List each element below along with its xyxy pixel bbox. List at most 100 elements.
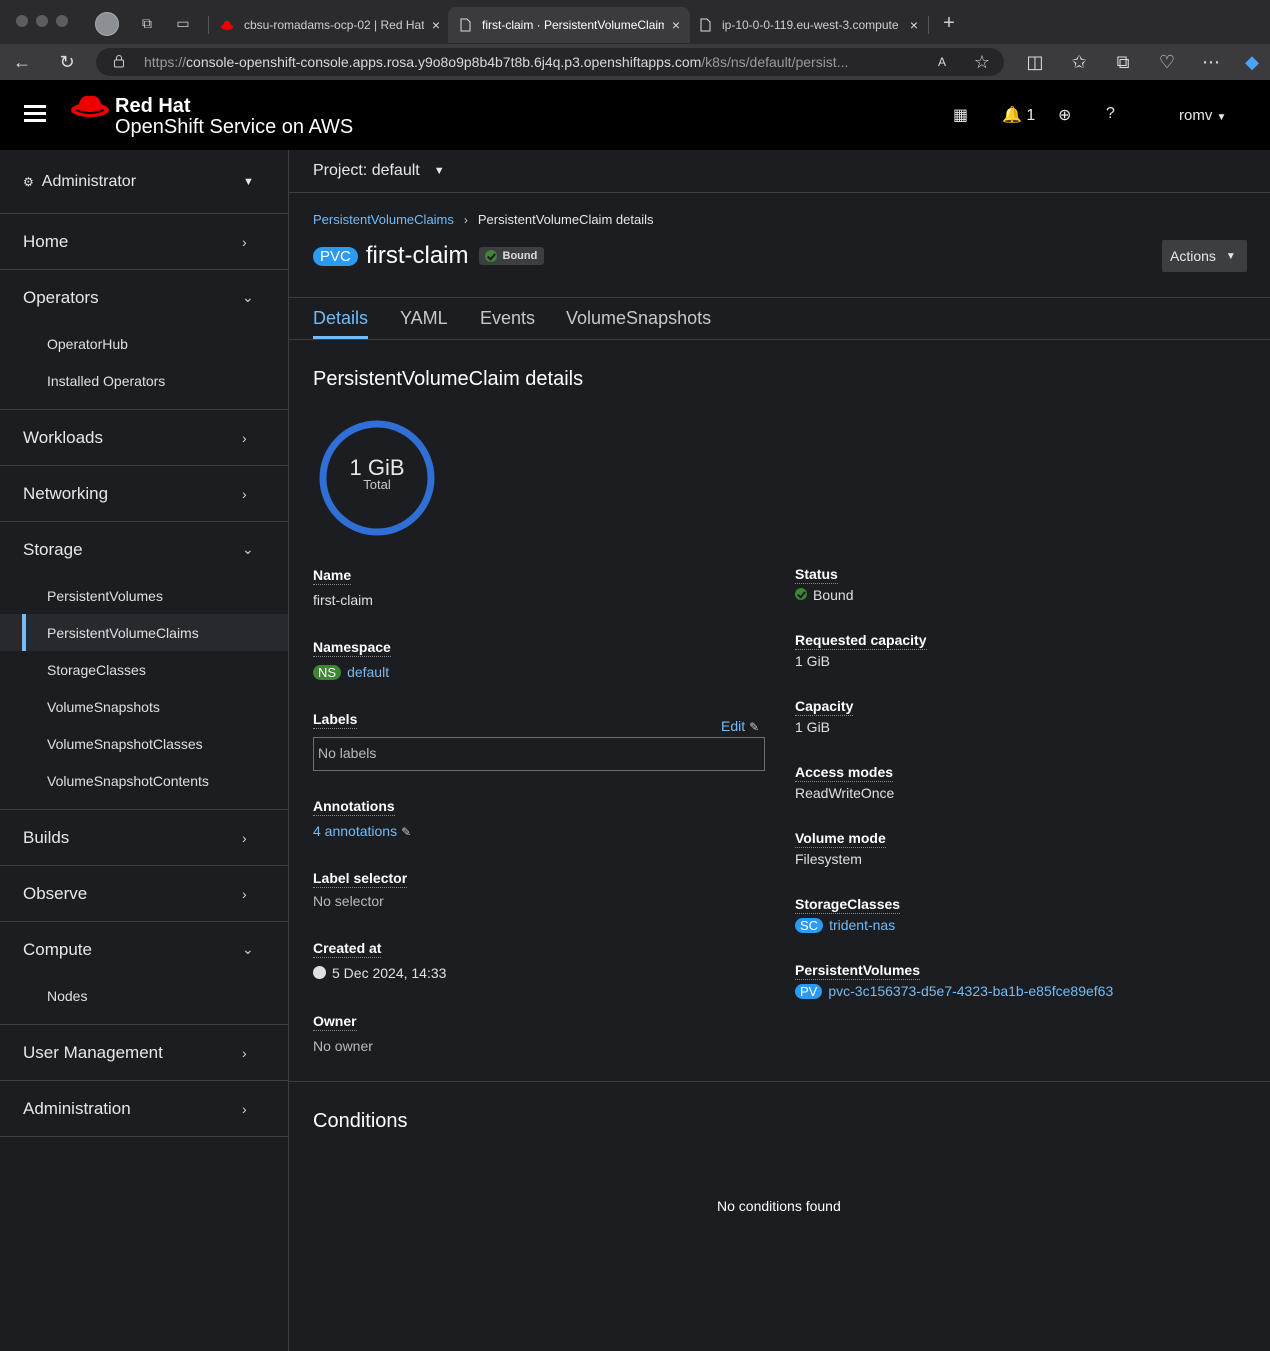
nav-item-operatorhub[interactable]: OperatorHub (0, 325, 288, 362)
project-selector[interactable]: Project: default ▼ (289, 150, 1270, 193)
browser-tab-label: first-claim · PersistentVolumeClaim (482, 18, 664, 32)
nav-item-volumesnapshots[interactable]: VolumeSnapshots (0, 688, 288, 725)
created-at-timestamp[interactable]: 5 Dec 2024, 14:33 (332, 965, 446, 981)
nav-section-builds: Builds › (0, 810, 288, 866)
pencil-icon[interactable]: ✎ (401, 825, 411, 839)
storageclass-value: SC trident-nas (795, 917, 895, 933)
nav-item-volumesnapshotclasses[interactable]: VolumeSnapshotClasses (0, 725, 288, 762)
nav-section-label: Observe (23, 883, 88, 903)
favorites-icon[interactable]: ✩ (1069, 52, 1089, 72)
workspaces-icon[interactable]: ⧉ (138, 14, 156, 32)
notification-count: 1 (1026, 107, 1036, 124)
chevron-right-icon: › (242, 233, 247, 250)
hamburger-menu-icon[interactable] (24, 105, 46, 123)
nav-section-observe: Observe › (0, 866, 288, 922)
nav-user-management[interactable]: User Management › (0, 1025, 288, 1080)
nav-item-persistentvolumeclaims[interactable]: PersistentVolumeClaims (0, 614, 288, 651)
close-icon[interactable]: × (672, 17, 680, 33)
window-close-dot[interactable] (16, 15, 28, 27)
help-icon[interactable]: ? (1106, 105, 1115, 123)
persistentvolumes-label: PersistentVolumes (795, 962, 921, 980)
chevron-right-icon: › (242, 1044, 247, 1061)
more-icon[interactable]: ⋯ (1201, 52, 1221, 72)
browser-essentials-icon[interactable]: ♡ (1157, 52, 1177, 72)
name-label: Name (313, 567, 352, 585)
tab-details[interactable]: Details (313, 308, 368, 329)
nav-builds[interactable]: Builds › (0, 810, 288, 865)
persistentvolume-link[interactable]: pvc-3c156373-d5e7-4323-ba1b-e85fce89ef63 (828, 983, 1113, 999)
nav-section-label: Builds (23, 827, 70, 847)
actions-dropdown[interactable]: Actions ▼ (1162, 240, 1247, 272)
url-path: /k8s/ns/default/persist... (701, 54, 849, 70)
tab-volumesnapshots[interactable]: VolumeSnapshots (566, 308, 711, 329)
notifications-button[interactable]: 🔔 1 (1002, 105, 1035, 125)
browser-tab-cluster[interactable]: cbsu-romadams-ocp-02 | Red Hat × (210, 7, 450, 43)
nav-compute[interactable]: Compute ⌄ (0, 922, 288, 977)
volume-mode-label: Volume mode (795, 830, 886, 848)
requested-capacity-value: 1 GiB (795, 653, 831, 669)
split-screen-icon[interactable]: ◫ (1025, 52, 1045, 72)
annotations-link[interactable]: 4 annotations (313, 823, 397, 839)
caret-down-icon: ▼ (433, 165, 445, 177)
chevron-down-icon: ⌄ (242, 289, 254, 305)
reload-icon[interactable]: ↻ (57, 52, 77, 72)
masthead: Red Hat OpenShift Service on AWS ▦ 🔔 1 ⊕… (0, 80, 1270, 150)
browser-profile-avatar[interactable] (95, 12, 119, 36)
window-zoom-dot[interactable] (56, 15, 68, 27)
nav-item-persistentvolumes[interactable]: PersistentVolumes (0, 577, 288, 614)
nav-storage[interactable]: Storage ⌄ (0, 522, 288, 577)
nav-item-nodes[interactable]: Nodes (0, 977, 288, 1014)
browser-tab-node[interactable]: ip-10-0-0-119.eu-west-3.compute × (688, 7, 928, 43)
user-menu-button[interactable]: romv ▼ (1179, 107, 1226, 124)
close-icon[interactable]: × (432, 17, 440, 33)
section-divider (289, 1081, 1270, 1082)
storageclass-link[interactable]: trident-nas (829, 917, 895, 933)
nav-item-storageclasses[interactable]: StorageClasses (0, 651, 288, 688)
app-launcher-icon[interactable]: ▦ (953, 105, 968, 125)
browser-tab-active[interactable]: first-claim · PersistentVolumeClaim × (448, 7, 690, 43)
nav-workloads[interactable]: Workloads › (0, 410, 288, 465)
star-icon[interactable]: ☆ (972, 52, 992, 72)
nav-item-installed-operators[interactable]: Installed Operators (0, 362, 288, 399)
tab-events[interactable]: Events (480, 308, 535, 329)
labels-value: No labels (313, 737, 765, 771)
url-field[interactable]: https://console-openshift-console.apps.r… (96, 48, 1004, 76)
nav-item-volumesnapshotcontents[interactable]: VolumeSnapshotContents (0, 762, 288, 799)
read-aloud-icon[interactable]: A (932, 52, 952, 72)
new-tab-icon[interactable]: + (940, 13, 958, 33)
nav-section-home: Home › (0, 214, 288, 270)
name-value: first-claim (313, 592, 373, 608)
nav-operators[interactable]: Operators ⌄ (0, 270, 288, 325)
redhat-favicon-icon (221, 20, 233, 30)
nav-section-label: Administration (23, 1098, 131, 1118)
window-minimize-dot[interactable] (36, 15, 48, 27)
copilot-icon[interactable]: ◆ (1242, 52, 1262, 72)
brand-name: Red Hat (115, 95, 191, 117)
breadcrumb-link-pvcs[interactable]: PersistentVolumeClaims (313, 212, 454, 227)
sidebar: ⚙ Administrator ▼ Home › Operators ⌄ Opera… (0, 150, 289, 1351)
collections-icon[interactable]: ⧉ (1113, 52, 1133, 72)
tab-actions-icon[interactable]: ▭ (174, 14, 192, 32)
capacity-label: Capacity (795, 698, 854, 716)
back-icon[interactable]: ← (12, 52, 32, 72)
nav-home[interactable]: Home › (0, 214, 288, 269)
nav-administration[interactable]: Administration › (0, 1081, 288, 1136)
label-selector-label: Label selector (313, 870, 408, 888)
chevron-down-icon: ⌄ (242, 941, 254, 957)
nav-observe[interactable]: Observe › (0, 866, 288, 921)
namespace-link[interactable]: default (347, 664, 389, 680)
capacity-value: 1 GiB (795, 719, 831, 735)
document-icon (460, 18, 471, 32)
perspective-switcher[interactable]: ⚙ Administrator ▼ (0, 150, 288, 214)
url-scheme: https:// (144, 54, 187, 70)
close-icon[interactable]: × (910, 17, 918, 33)
nav-networking[interactable]: Networking › (0, 466, 288, 521)
page-title: first-claim (365, 242, 469, 269)
owner-value: No owner (313, 1038, 373, 1054)
perspective-label: Administrator (41, 172, 137, 190)
labels-edit-button[interactable]: Edit ✎ (721, 718, 759, 734)
browser-address-bar: ← ↻ https://console-openshift-console.ap… (0, 44, 1270, 80)
quick-create-icon[interactable]: ⊕ (1058, 105, 1071, 125)
tab-yaml[interactable]: YAML (400, 308, 448, 329)
namespace-label: Namespace (313, 639, 391, 657)
